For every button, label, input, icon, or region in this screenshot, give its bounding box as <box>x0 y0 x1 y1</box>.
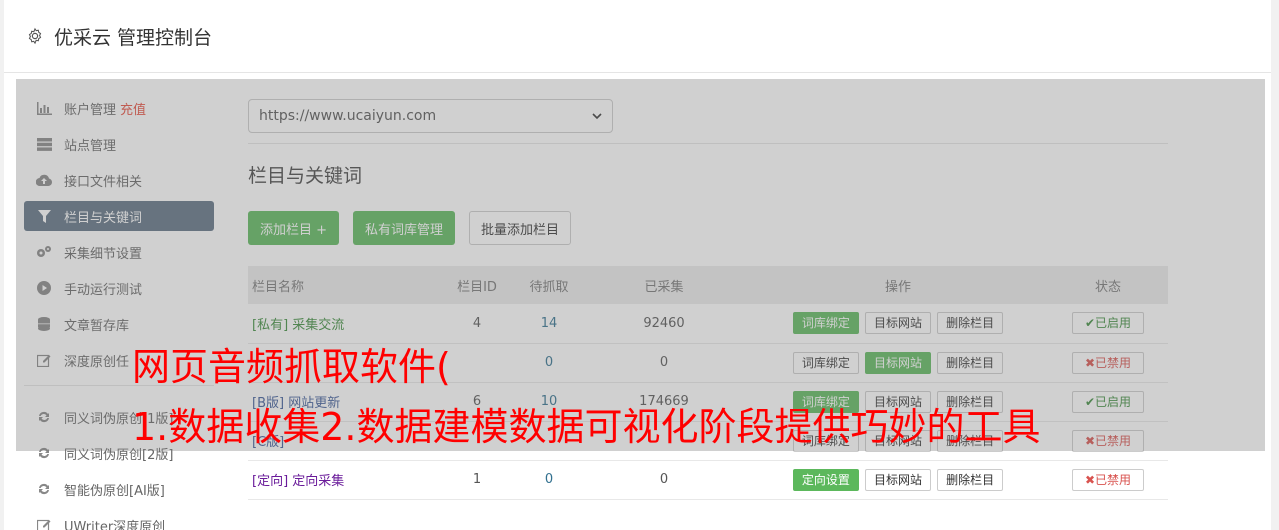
pending-count: 0 <box>544 472 554 487</box>
sidebar-item-label: UWriter深度原创 <box>64 519 166 530</box>
collected-count: 0 <box>659 472 669 487</box>
gear-icon <box>28 27 42 45</box>
app-title: 优采云 管理控制台 <box>54 26 213 49</box>
table-row: [定向] 定向采集 1 0 0 定向设置 目标网站 删除栏目 ✖已禁用 <box>248 460 1168 499</box>
sidebar-item-uwriter[interactable]: UWriter深度原创 <box>24 510 214 530</box>
column-name-cell[interactable]: [定向] 定向采集 <box>248 460 436 499</box>
status-cell: ✖已禁用 <box>1048 460 1168 499</box>
edit-icon <box>36 517 52 530</box>
app-header: 优采云 管理控制台 <box>4 0 1271 73</box>
column-name: 定向采集 <box>292 474 345 489</box>
status-toggle[interactable]: ✖已禁用 <box>1072 468 1144 491</box>
banner-line-1: 网页音频抓取软件( <box>132 345 451 389</box>
refresh-icon <box>36 481 52 497</box>
status-label: 已禁用 <box>1095 472 1132 487</box>
sidebar-item-label: 智能伪原创[AI版] <box>64 483 165 499</box>
sidebar-item-smart-ai[interactable]: 智能伪原创[AI版] <box>24 474 214 504</box>
target-site-button[interactable]: 目标网站 <box>864 468 931 491</box>
gray-overlay <box>16 79 1265 451</box>
column-prefix: [定向] <box>252 474 289 489</box>
actions-cell: 定向设置 目标网站 删除栏目 <box>748 460 1048 499</box>
column-id: 1 <box>472 472 482 487</box>
banner-line-2: 1.数据收集2.数据建模数据可视化阶段提供巧妙的工具 <box>132 405 1041 449</box>
delete-column-button[interactable]: 删除栏目 <box>937 468 1004 491</box>
directed-settings-button[interactable]: 定向设置 <box>792 468 859 491</box>
